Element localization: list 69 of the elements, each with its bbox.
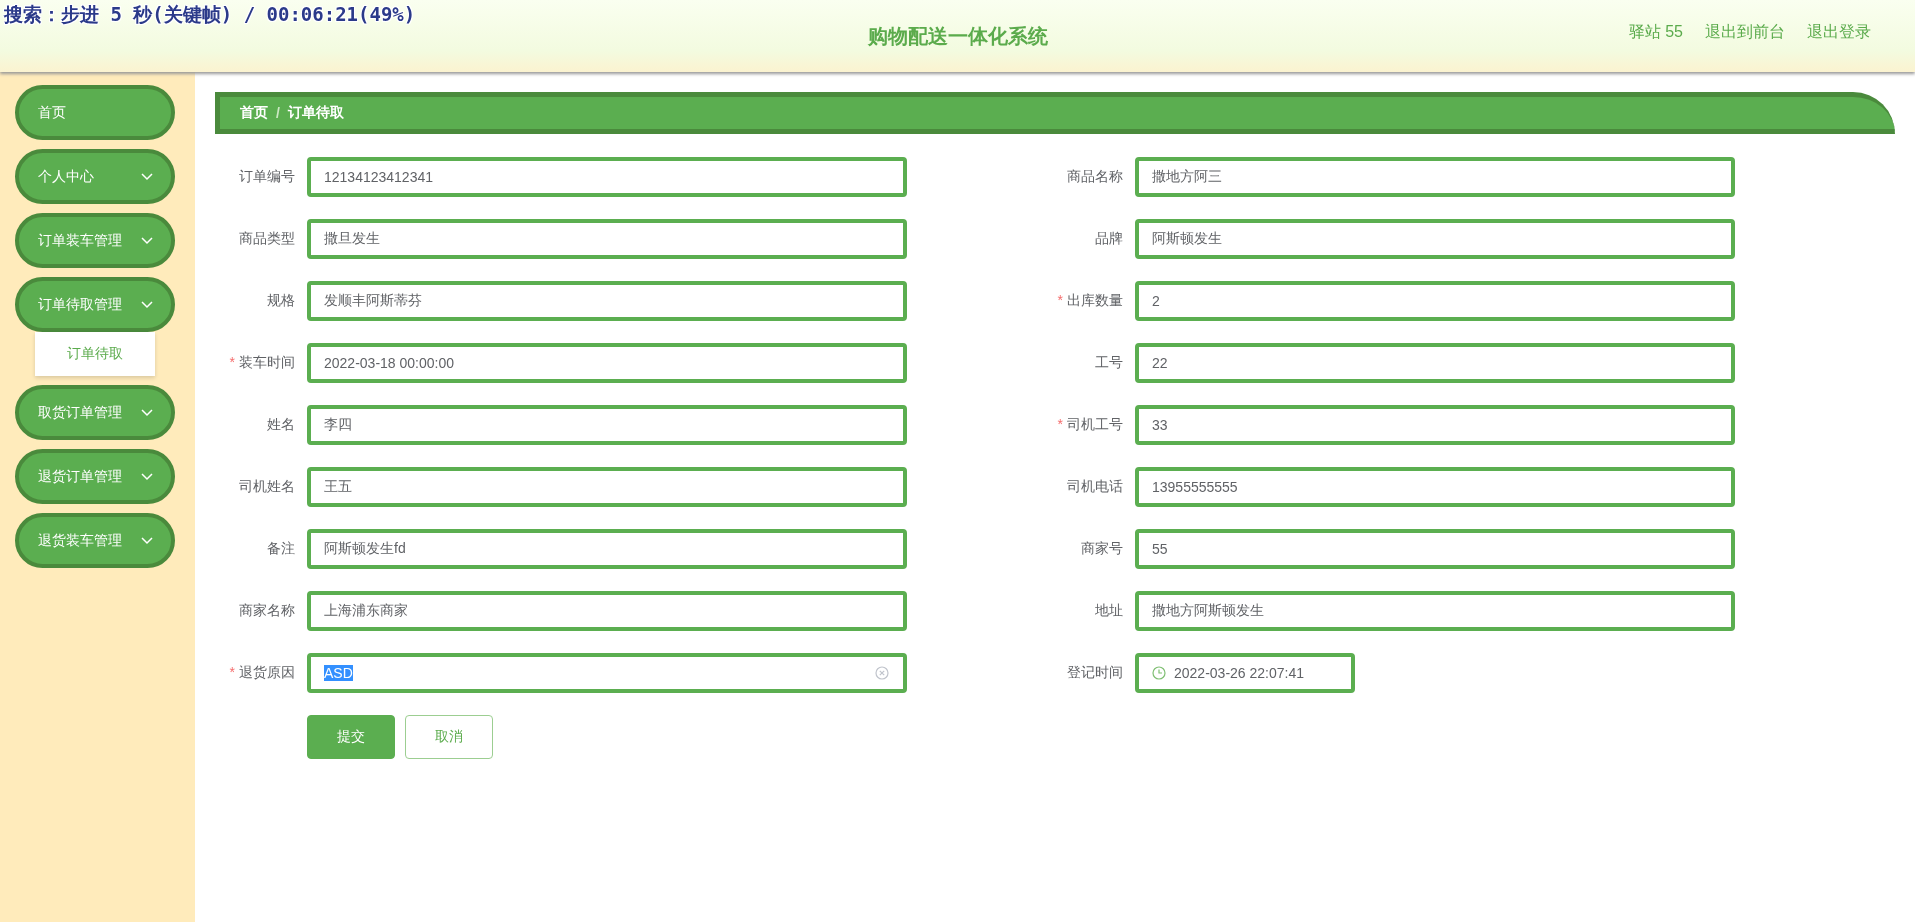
input-field[interactable]: 阿斯顿发生fd <box>307 529 907 569</box>
input-field[interactable]: 撒旦发生 <box>307 219 907 259</box>
field-label: 商品名称 <box>1067 168 1123 186</box>
field-value: 阿斯顿发生 <box>1152 230 1222 246</box>
datetime-field[interactable]: 2022-03-26 22:07:41 <box>1135 653 1355 693</box>
input-field[interactable]: 22 <box>1135 343 1735 383</box>
clock-icon <box>1152 666 1166 680</box>
field-label: 商品类型 <box>239 230 295 248</box>
input-field[interactable]: 上海浦东商家 <box>307 591 907 631</box>
field-value: 22 <box>1152 355 1168 371</box>
chevron-down-icon <box>141 408 153 417</box>
chevron-down-icon <box>141 172 153 181</box>
input-field[interactable]: 撒地方阿三 <box>1135 157 1735 197</box>
field-value: 撒旦发生 <box>324 230 380 246</box>
field-label: 品牌 <box>1095 230 1123 248</box>
chevron-down-icon <box>141 300 153 309</box>
field-label: 商家号 <box>1081 540 1123 558</box>
player-status-text: 搜索：步进 5 秒(关键帧) / 00:06:21(49%) <box>4 2 416 27</box>
field-value: 发顺丰阿斯蒂芬 <box>324 292 422 308</box>
breadcrumb-separator: / <box>276 105 280 121</box>
input-field[interactable]: 王五 <box>307 467 907 507</box>
input-field[interactable]: 33 <box>1135 405 1735 445</box>
required-mark: * <box>1057 416 1063 434</box>
input-field[interactable]: 阿斯顿发生 <box>1135 219 1735 259</box>
field-value: 李四 <box>324 416 352 432</box>
input-field[interactable]: 12134123412341 <box>307 157 907 197</box>
field-label: 司机工号 <box>1067 416 1123 434</box>
input-field[interactable]: 发顺丰阿斯蒂芬 <box>307 281 907 321</box>
field-label: 出库数量 <box>1067 292 1123 310</box>
input-field[interactable]: 撒地方阿斯顿发生 <box>1135 591 1735 631</box>
field-label: 工号 <box>1095 354 1123 372</box>
field-label: 装车时间 <box>239 354 295 372</box>
field-value: 33 <box>1152 417 1168 433</box>
required-mark: * <box>1057 292 1063 310</box>
field-value: 2022-03-26 22:07:41 <box>1174 665 1304 681</box>
field-value: 12134123412341 <box>324 169 433 185</box>
field-label: 订单编号 <box>239 168 295 186</box>
field-value: 撒地方阿三 <box>1152 168 1222 184</box>
field-label: 姓名 <box>267 416 295 434</box>
required-mark: * <box>229 354 235 372</box>
field-label: 登记时间 <box>1067 664 1123 682</box>
chevron-down-icon <box>141 536 153 545</box>
required-mark: * <box>229 664 235 682</box>
field-value: 2 <box>1152 293 1160 309</box>
field-label: 司机姓名 <box>239 478 295 496</box>
input-field[interactable]: 55 <box>1135 529 1735 569</box>
field-label: 司机电话 <box>1067 478 1123 496</box>
field-value: 2022-03-18 00:00:00 <box>324 355 454 371</box>
field-label: 商家名称 <box>239 602 295 620</box>
field-label: 规格 <box>267 292 295 310</box>
field-value: 阿斯顿发生fd <box>324 540 406 556</box>
field-value: 王五 <box>324 478 352 494</box>
input-field[interactable]: 13955555555 <box>1135 467 1735 507</box>
input-field[interactable]: 2022-03-18 00:00:00 <box>307 343 907 383</box>
field-value: 13955555555 <box>1152 479 1238 495</box>
clear-icon[interactable] <box>875 666 889 680</box>
breadcrumb-item: 订单待取 <box>287 104 344 122</box>
input-field[interactable]: 李四 <box>307 405 907 445</box>
field-value: 撒地方阿斯顿发生 <box>1152 602 1264 618</box>
field-value: 上海浦东商家 <box>324 602 408 618</box>
field-value: 55 <box>1152 541 1168 557</box>
input-field[interactable]: 2 <box>1135 281 1735 321</box>
field-value: ASD <box>324 665 353 681</box>
chevron-down-icon <box>141 472 153 481</box>
chevron-down-icon <box>141 236 153 245</box>
field-label: 退货原因 <box>239 664 295 682</box>
field-label: 地址 <box>1095 602 1123 620</box>
app-title: 购物配送一体化系统 <box>867 23 1048 49</box>
field-label: 备注 <box>267 540 295 558</box>
